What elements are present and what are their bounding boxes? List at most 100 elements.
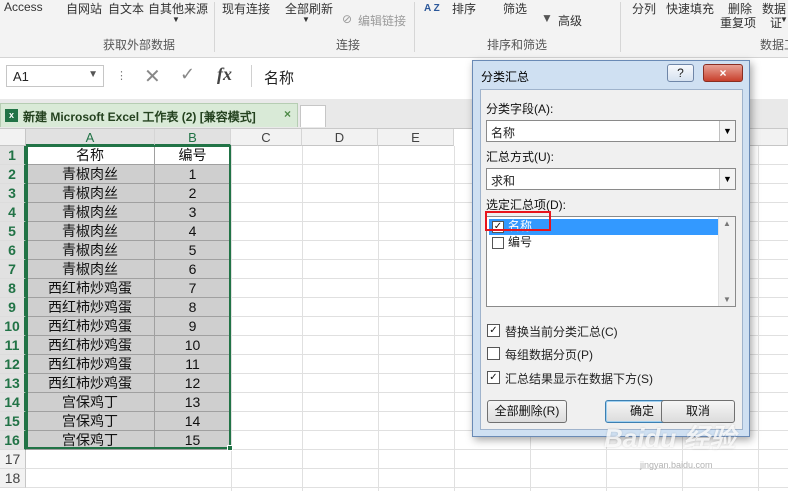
page-break-label: 每组数据分页(P) (505, 348, 593, 362)
function-select[interactable]: 求和 ▼ (486, 168, 736, 190)
data-cell[interactable]: 6 (155, 260, 231, 279)
chevron-down-icon[interactable]: ▼ (719, 169, 735, 189)
data-cell[interactable]: 青椒肉丝 (26, 165, 155, 184)
chevron-down-icon[interactable]: ▼ (88, 69, 98, 80)
data-cell[interactable]: 青椒肉丝 (26, 203, 155, 222)
function-label: 汇总方式(U): (486, 150, 554, 164)
list-item-label: 编号 (508, 235, 533, 249)
ribbon-access-button[interactable]: Access (4, 0, 43, 14)
data-cell[interactable]: 青椒肉丝 (26, 260, 155, 279)
row-header-17[interactable]: 17 (0, 450, 26, 469)
sort-az-icon[interactable]: A Z (424, 4, 440, 14)
advanced-filter-icon: ▼ (541, 11, 553, 25)
data-cell[interactable]: 1 (155, 165, 231, 184)
page-break-option[interactable]: 每组数据分页(P) (487, 346, 593, 363)
ribbon-existing-connections-button[interactable]: 现有连接 (222, 0, 270, 17)
data-cell[interactable]: 宫保鸡丁 (26, 393, 155, 412)
data-cell[interactable]: 西红柿炒鸡蛋 (26, 298, 155, 317)
data-cell[interactable]: 8 (155, 298, 231, 317)
replace-current-option[interactable]: ✓ 替换当前分类汇总(C) (487, 323, 618, 340)
select-all-corner[interactable] (0, 129, 26, 146)
data-cell[interactable]: 3 (155, 203, 231, 222)
row-header-1[interactable]: 1 (0, 146, 26, 165)
group-separator (620, 2, 621, 52)
data-cell[interactable]: 宫保鸡丁 (26, 431, 155, 450)
workbook-tab[interactable]: x 新建 Microsoft Excel 工作表 (2) [兼容模式] × (0, 103, 298, 127)
column-header-a[interactable]: A (26, 129, 155, 146)
checkbox-page-break[interactable] (487, 347, 500, 360)
remove-all-button[interactable]: 全部删除(R) (487, 400, 567, 423)
fill-handle[interactable] (227, 445, 233, 451)
data-cell[interactable]: 西红柿炒鸡蛋 (26, 279, 155, 298)
ribbon-from-text-button[interactable]: 自文本 (108, 0, 144, 17)
column-header-c[interactable]: C (231, 129, 302, 146)
data-cell[interactable]: 10 (155, 336, 231, 355)
checkbox-replace[interactable]: ✓ (487, 324, 500, 337)
cancel-icon[interactable]: ✕ (144, 64, 161, 89)
data-cell[interactable]: 宫保鸡丁 (26, 412, 155, 431)
data-cell[interactable]: 14 (155, 412, 231, 431)
checkbox-summary-below[interactable]: ✓ (487, 371, 500, 384)
close-icon[interactable]: × (284, 107, 291, 121)
data-cell[interactable]: 12 (155, 374, 231, 393)
row-header-12[interactable]: 12 (0, 355, 26, 374)
header-cell[interactable]: 名称 (26, 146, 155, 165)
name-box[interactable]: A1 ▼ (6, 65, 104, 87)
data-cell[interactable]: 青椒肉丝 (26, 241, 155, 260)
data-cell[interactable]: 13 (155, 393, 231, 412)
chevron-down-icon: ▼ (780, 15, 788, 24)
column-header-e[interactable]: E (378, 129, 454, 146)
ribbon-flash-fill-button[interactable]: 快速填充 (666, 0, 714, 17)
data-cell[interactable]: 西红柿炒鸡蛋 (26, 355, 155, 374)
row-header-2[interactable]: 2 (0, 165, 26, 184)
close-button[interactable]: × (703, 64, 743, 82)
group-by-select[interactable]: 名称 ▼ (486, 120, 736, 142)
data-cell[interactable]: 15 (155, 431, 231, 450)
data-cell[interactable]: 9 (155, 317, 231, 336)
insert-function-icon[interactable]: fx (217, 64, 232, 85)
summary-below-option[interactable]: ✓ 汇总结果显示在数据下方(S) (487, 370, 653, 387)
scroll-down-icon[interactable]: ▼ (723, 295, 731, 304)
row-header-5[interactable]: 5 (0, 222, 26, 241)
ribbon-from-web-button[interactable]: 自网站 (66, 0, 102, 17)
row-header-11[interactable]: 11 (0, 336, 26, 355)
chevron-down-icon[interactable]: ▼ (719, 121, 735, 141)
data-cell[interactable]: 4 (155, 222, 231, 241)
ribbon-edit-links-button[interactable]: 编辑链接 (358, 12, 406, 29)
scroll-up-icon[interactable]: ▲ (723, 219, 731, 228)
data-cell[interactable]: 青椒肉丝 (26, 222, 155, 241)
ribbon-text-to-columns-button[interactable]: 分列 (632, 0, 656, 17)
new-tab-button[interactable] (300, 105, 326, 127)
data-cell[interactable]: 11 (155, 355, 231, 374)
row-header-16[interactable]: 16 (0, 431, 26, 450)
column-header-b[interactable]: B (155, 129, 231, 146)
row-header-10[interactable]: 10 (0, 317, 26, 336)
row-header-9[interactable]: 9 (0, 298, 26, 317)
row-header-18[interactable]: 18 (0, 469, 26, 488)
data-cell[interactable]: 青椒肉丝 (26, 184, 155, 203)
enter-icon[interactable]: ✓ (180, 64, 195, 85)
help-button[interactable]: ? (667, 64, 694, 82)
data-cell[interactable]: 西红柿炒鸡蛋 (26, 374, 155, 393)
data-cell[interactable]: 2 (155, 184, 231, 203)
ribbon-advanced-button[interactable]: 高级 (558, 12, 582, 29)
data-cell[interactable]: 西红柿炒鸡蛋 (26, 336, 155, 355)
row-header-7[interactable]: 7 (0, 260, 26, 279)
row-header-4[interactable]: 4 (0, 203, 26, 222)
ribbon-filter-button[interactable]: 筛选 (503, 0, 527, 17)
checkbox-number[interactable] (492, 237, 504, 249)
row-header-6[interactable]: 6 (0, 241, 26, 260)
column-header-d[interactable]: D (302, 129, 378, 146)
header-cell[interactable]: 编号 (155, 146, 231, 165)
row-header-3[interactable]: 3 (0, 184, 26, 203)
row-header-15[interactable]: 15 (0, 412, 26, 431)
ribbon-sort-button[interactable]: 排序 (452, 0, 476, 17)
row-header-13[interactable]: 13 (0, 374, 26, 393)
data-cell[interactable]: 7 (155, 279, 231, 298)
row-header-8[interactable]: 8 (0, 279, 26, 298)
row-header-14[interactable]: 14 (0, 393, 26, 412)
data-cell[interactable]: 西红柿炒鸡蛋 (26, 317, 155, 336)
data-cell[interactable]: 5 (155, 241, 231, 260)
list-item-number[interactable]: 编号 (489, 235, 718, 251)
list-scrollbar[interactable]: ▲ ▼ (718, 217, 735, 306)
